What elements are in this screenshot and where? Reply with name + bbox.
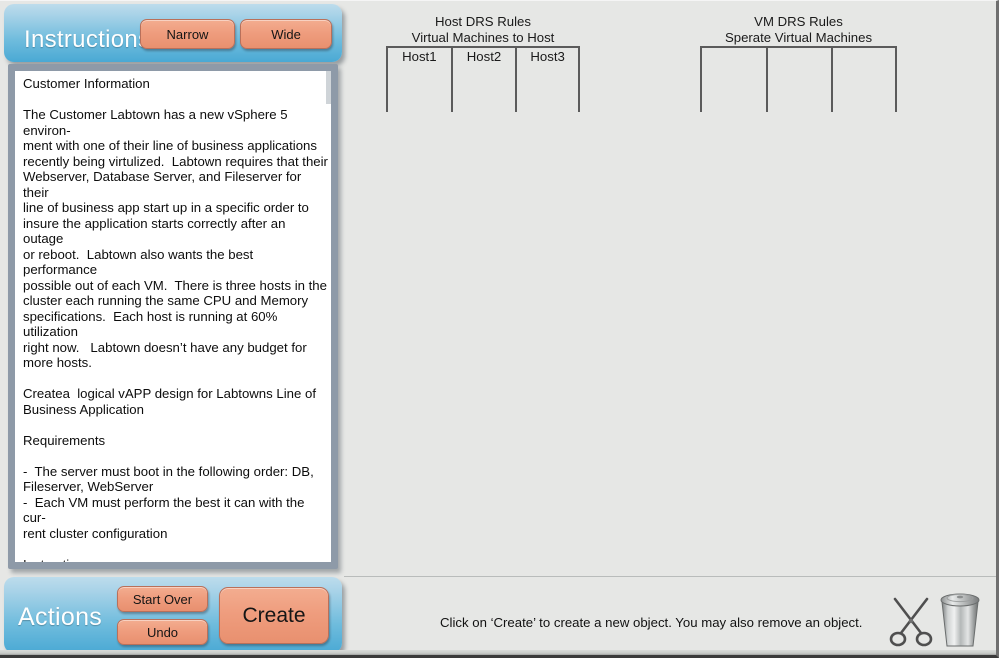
wide-button[interactable]: Wide bbox=[240, 19, 332, 49]
application-canvas: Instructions Narrow Wide Customer Inform… bbox=[0, 0, 999, 658]
scissors-icon[interactable] bbox=[888, 595, 934, 647]
instructions-text-body: Customer Information The Customer Labtow… bbox=[23, 76, 328, 569]
instructions-panel-title: Instructions bbox=[24, 26, 151, 53]
narrow-button[interactable]: Narrow bbox=[140, 19, 235, 49]
instructions-scrollbar[interactable] bbox=[326, 71, 331, 104]
host-drs-table: Host1 Host2 Host3 bbox=[386, 46, 580, 112]
start-over-button[interactable]: Start Over bbox=[117, 586, 208, 612]
instructions-text-frame: Customer Information The Customer Labtow… bbox=[8, 64, 338, 569]
host-drs-column[interactable]: Host1 bbox=[386, 48, 451, 112]
host-drs-column[interactable]: Host2 bbox=[450, 48, 516, 112]
host-drs-column-label: Host2 bbox=[466, 49, 502, 64]
status-bar-text: Click on ‘Create’ to create a new object… bbox=[440, 615, 863, 630]
status-bar-divider bbox=[344, 576, 996, 577]
instructions-panel: Instructions Narrow Wide bbox=[4, 4, 342, 62]
actions-panel-title: Actions bbox=[18, 603, 103, 631]
host-drs-column-label: Host1 bbox=[402, 49, 437, 64]
host-drs-title-line1: Host DRS Rules bbox=[434, 14, 531, 29]
actions-panel: Actions Start Over Undo Create bbox=[4, 577, 342, 653]
vm-drs-column-label bbox=[702, 48, 766, 49]
host-drs-column[interactable]: Host3 bbox=[515, 48, 580, 112]
vm-drs-column[interactable] bbox=[831, 48, 897, 112]
window-bottom-strip bbox=[0, 650, 999, 658]
host-drs-rules-block: Host DRS Rules Virtual Machines to Host … bbox=[386, 14, 580, 112]
create-button[interactable]: Create bbox=[219, 587, 329, 644]
vm-drs-title-line1: VM DRS Rules bbox=[754, 14, 843, 29]
vm-drs-table bbox=[700, 46, 897, 112]
vm-drs-title: VM DRS Rules Sperate Virtual Machines bbox=[700, 14, 897, 46]
vm-drs-title-line2: Sperate Virtual Machines bbox=[724, 30, 873, 45]
host-drs-column-label: Host3 bbox=[530, 49, 565, 64]
vm-drs-column-label bbox=[833, 48, 895, 49]
trash-can-icon[interactable] bbox=[938, 590, 982, 648]
host-drs-title: Host DRS Rules Virtual Machines to Host bbox=[386, 14, 580, 46]
host-drs-title-line2: Virtual Machines to Host bbox=[411, 30, 555, 45]
vm-drs-column-label bbox=[768, 48, 832, 49]
vm-drs-column[interactable] bbox=[700, 48, 766, 112]
undo-button[interactable]: Undo bbox=[117, 619, 208, 645]
vm-drs-column[interactable] bbox=[765, 48, 832, 112]
vm-drs-rules-block: VM DRS Rules Sperate Virtual Machines bbox=[700, 14, 897, 112]
